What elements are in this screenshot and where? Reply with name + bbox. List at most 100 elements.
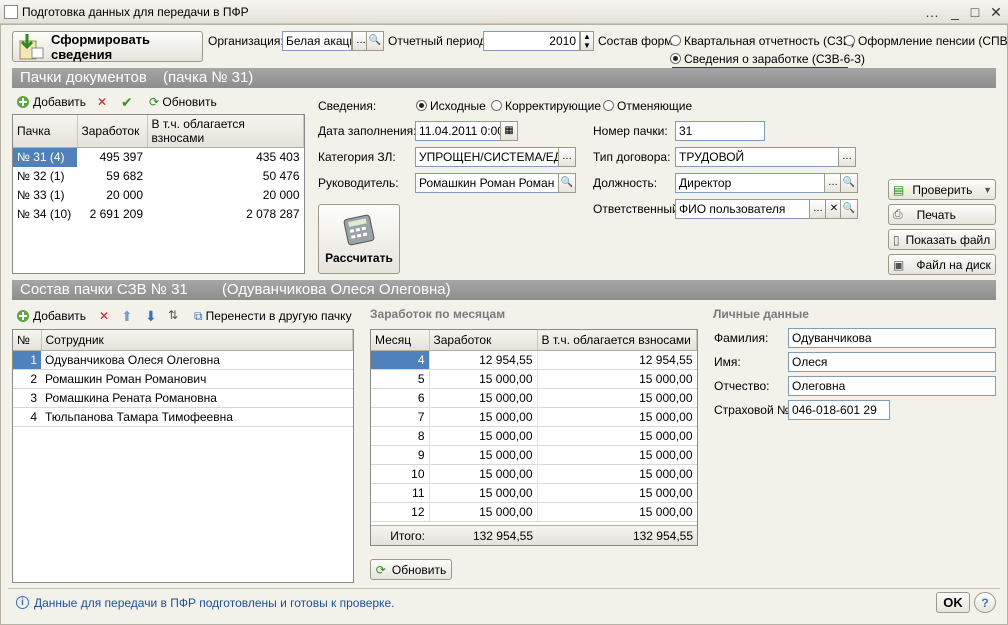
packs-col-earn[interactable]: Заработок: [77, 115, 148, 148]
form-data-icon: [17, 33, 45, 60]
taxed-cell: 15 000,00: [639, 371, 693, 386]
info-icon: i: [16, 596, 29, 609]
employees-col-number[interactable]: №: [13, 330, 42, 351]
disk-icon: ▣: [893, 257, 905, 272]
category-field[interactable]: УПРОЩЕН/СИСТЕМА/ЕДИ: [415, 147, 559, 167]
monthly-col-earn[interactable]: Заработок: [429, 330, 538, 351]
table-row[interactable]: № 33 (1) 20 000 20 000: [13, 186, 304, 205]
check-doc-icon: ▤: [893, 182, 905, 197]
packs-table[interactable]: Пачка Заработок В т.ч. облагается взноса…: [12, 114, 305, 274]
packs-confirm-icon[interactable]: ✔: [121, 94, 133, 111]
print-button[interactable]: ⎙ Печать: [888, 204, 996, 225]
move-down-icon[interactable]: ⬇: [145, 308, 157, 325]
monthly-col-month[interactable]: Месяц: [371, 330, 430, 351]
move-to-pack-button[interactable]: ⧉ Перенести в другую пачку: [194, 309, 352, 324]
add-icon: [16, 309, 30, 323]
employees-col-employee[interactable]: Сотрудник: [41, 330, 353, 351]
position-search-icon[interactable]: 🔍: [840, 173, 858, 193]
period-field[interactable]: 2010: [483, 31, 580, 51]
maximize-button[interactable]: □: [965, 3, 985, 21]
surname-field[interactable]: Одуванчикова: [788, 328, 996, 348]
earn-cell: 15 000,00: [429, 483, 538, 502]
pack-no-field[interactable]: 31: [675, 121, 765, 141]
table-row[interactable]: № 34 (10) 2 691 209 2 078 287: [13, 205, 304, 224]
form-data-button[interactable]: Сформировать сведения: [12, 31, 203, 62]
earn-cell: 15 000,00: [429, 502, 538, 521]
status-message: Данные для передачи в ПФР подготовлены и…: [34, 596, 395, 610]
minimize-button[interactable]: _: [945, 3, 965, 21]
move-up-icon[interactable]: ⬆: [121, 308, 133, 325]
check-button[interactable]: ▤ Проверить ▼: [888, 179, 996, 200]
position-field[interactable]: Директор: [675, 173, 825, 193]
radio-initial[interactable]: Исходные: [416, 99, 486, 113]
table-row[interactable]: 9 15 000,00 15 000,00: [371, 445, 697, 464]
monthly-table[interactable]: Месяц Заработок В т.ч. облагается взноса…: [370, 329, 698, 546]
employees-table[interactable]: № Сотрудник 1 Одуванчикова Олеся Олеговн…: [12, 329, 354, 583]
packs-col-pack[interactable]: Пачка: [13, 115, 78, 148]
table-row[interactable]: 5 15 000,00 15 000,00: [371, 369, 697, 388]
period-spinner[interactable]: ▲ ▼: [580, 31, 594, 51]
refresh-icon: ⟳: [149, 95, 160, 109]
pack-earn: 59 682: [106, 169, 143, 183]
patronymic-field[interactable]: Олеговна: [788, 376, 996, 396]
calculate-button[interactable]: Рассчитать: [318, 204, 400, 274]
sort-icon[interactable]: ⇅: [168, 308, 178, 322]
help-window-icon[interactable]: …: [922, 3, 942, 21]
radio-correcting[interactable]: Корректирующие: [491, 99, 601, 113]
table-row[interactable]: № 32 (1) 59 682 50 476: [13, 167, 304, 186]
close-button[interactable]: ✕: [986, 3, 1006, 21]
pack-taxed: 50 476: [262, 169, 300, 183]
table-row[interactable]: 4 12 954,55 12 954,55: [371, 350, 697, 369]
composition-delete-icon[interactable]: ✕: [99, 309, 109, 323]
org-search-icon[interactable]: 🔍: [366, 31, 384, 51]
radio-salary[interactable]: Сведения о заработке (СЗВ-6-3): [670, 52, 865, 66]
table-row[interactable]: № 31 (4) 495 397 435 403: [13, 147, 304, 167]
packs-refresh-button[interactable]: ⟳ Обновить: [149, 95, 217, 109]
packs-delete-icon[interactable]: ✕: [97, 95, 107, 109]
table-row[interactable]: 6 15 000,00 15 000,00: [371, 388, 697, 407]
monthly-col-taxed[interactable]: В т.ч. облагается взносами: [537, 330, 697, 351]
date-field[interactable]: 11.04.2011 0:00: [415, 121, 501, 141]
table-row[interactable]: 4 Тюльпанова Тамара Тимофеевна: [13, 407, 353, 426]
table-row[interactable]: 8 15 000,00 15 000,00: [371, 426, 697, 445]
radio-initial-label: Исходные: [430, 99, 486, 113]
pack-name: № 33 (1): [17, 188, 65, 202]
ok-button[interactable]: OK: [936, 592, 970, 613]
table-row[interactable]: 1 Одуванчикова Олеся Олеговна: [13, 350, 353, 369]
radio-quarterly[interactable]: Квартальная отчетность (СЗВ): [670, 34, 855, 48]
radio-cancelling-label: Отменяющие: [617, 99, 693, 113]
monthly-refresh-button[interactable]: ⟳ Обновить: [370, 559, 452, 580]
radio-cancelling[interactable]: Отменяющие: [603, 99, 692, 113]
contract-field[interactable]: ТРУДОВОЙ: [675, 147, 839, 167]
packs-add-button[interactable]: Добавить: [16, 95, 86, 109]
snils-field[interactable]: 046-018-601 29: [788, 400, 890, 420]
packs-col-taxed[interactable]: В т.ч. облагается взносами: [147, 115, 304, 148]
table-row[interactable]: 3 Ромашкина Рената Романовна: [13, 388, 353, 407]
help-button[interactable]: ?: [974, 592, 996, 613]
category-select-button[interactable]: …: [558, 147, 576, 167]
table-row[interactable]: 12 15 000,00 15 000,00: [371, 502, 697, 521]
org-field[interactable]: Белая акаци: [282, 31, 352, 51]
calendar-icon[interactable]: ▦: [500, 121, 518, 141]
position-label: Должность:: [593, 176, 658, 190]
month-cell: 7: [371, 407, 430, 426]
table-row[interactable]: 2 Ромашкин Роман Романович: [13, 369, 353, 388]
show-file-button[interactable]: ▯ Показать файл: [888, 229, 996, 250]
employee-name: Одуванчикова Олеся Олеговна: [45, 352, 220, 367]
radio-pension[interactable]: Оформление пенсии (СПВ): [844, 34, 1008, 48]
name-field[interactable]: Олеся: [788, 352, 996, 372]
pack-taxed: 435 403: [256, 150, 300, 165]
contract-select-button[interactable]: …: [838, 147, 856, 167]
table-row[interactable]: 7 15 000,00 15 000,00: [371, 407, 697, 426]
composition-add-button[interactable]: Добавить: [16, 309, 86, 323]
earn-cell: 15 000,00: [429, 369, 538, 388]
table-row[interactable]: 11 15 000,00 15 000,00: [371, 483, 697, 502]
table-row[interactable]: 10 15 000,00 15 000,00: [371, 464, 697, 483]
responsible-field[interactable]: ФИО пользователя: [675, 199, 810, 219]
packs-bar: Пачки документов (пачка № 31): [12, 68, 996, 88]
file-to-disk-button[interactable]: ▣ Файл на диск: [888, 254, 996, 275]
head-field[interactable]: Ромашкин Роман Роман: [415, 173, 559, 193]
head-search-icon[interactable]: 🔍: [558, 173, 576, 193]
add-icon: [16, 95, 30, 109]
responsible-search-icon[interactable]: 🔍: [840, 199, 858, 219]
